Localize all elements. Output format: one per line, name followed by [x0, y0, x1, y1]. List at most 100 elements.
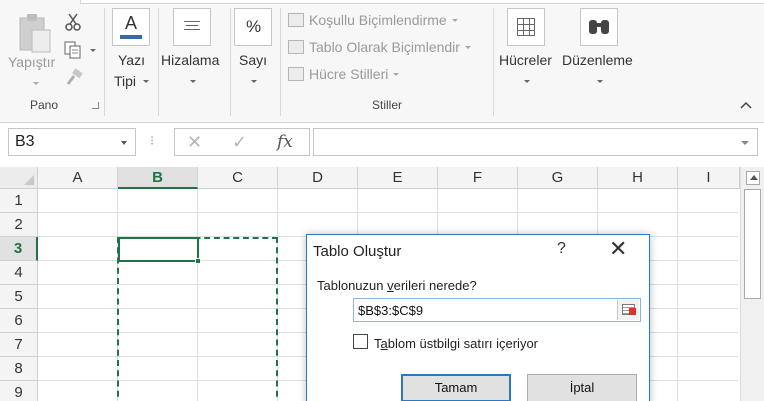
- collapse-ribbon-icon[interactable]: [739, 100, 753, 110]
- cells-icon: [507, 8, 545, 46]
- range-question-pre: Tablonuzun: [317, 278, 388, 293]
- confirm-entry-icon[interactable]: ✓: [232, 132, 247, 153]
- number-button[interactable]: % Sayı: [232, 8, 276, 94]
- cells-label: Hücreler: [499, 52, 552, 68]
- conditional-formatting-label: Koşullu Biçimlendirme: [309, 12, 447, 28]
- name-box[interactable]: B3: [8, 128, 136, 156]
- row-header-3[interactable]: 3: [0, 237, 38, 261]
- formula-bar-resize-handle[interactable]: ⁝: [150, 133, 154, 149]
- conditional-formatting-caret: [451, 18, 458, 22]
- name-box-dropdown-icon[interactable]: [121, 141, 127, 145]
- alignment-icon: [173, 8, 211, 46]
- select-all-icon: [24, 175, 34, 185]
- font-button[interactable]: A Yazı Tipi: [110, 8, 154, 94]
- clipboard-dialog-launcher-icon[interactable]: [92, 102, 99, 109]
- group-separator: [230, 8, 231, 116]
- headers-checkbox-label[interactable]: Tablom üstbilgi satırı içeriyor: [374, 336, 538, 351]
- copy-icon[interactable]: [63, 40, 85, 60]
- select-all-button[interactable]: [0, 167, 38, 189]
- conditional-formatting-icon: [288, 13, 304, 27]
- ribbon-tab-strip: [80, 0, 764, 4]
- scrollbar-thumb[interactable]: [744, 189, 761, 299]
- cells-dropdown-caret: [524, 80, 530, 83]
- expand-formula-bar-icon[interactable]: [741, 141, 749, 145]
- alignment-label: Hizalama: [161, 52, 220, 68]
- dialog-title: Tablo Oluştur: [313, 243, 402, 260]
- cancel-button[interactable]: İptal: [527, 374, 637, 401]
- group-separator: [104, 8, 105, 116]
- cell-styles-label: Hücre Stilleri: [309, 66, 389, 82]
- column-header-f[interactable]: F: [438, 167, 518, 189]
- ribbon: Yapıştır Pano A Yazı Tipi Hizalama % Say…: [0, 0, 764, 123]
- vertical-scrollbar[interactable]: [740, 167, 764, 401]
- font-color-icon: A: [112, 8, 150, 46]
- row-header-9[interactable]: 9: [0, 381, 38, 401]
- format-as-table-caret: [464, 45, 471, 49]
- range-input[interactable]: $B$3:$C$9: [353, 298, 641, 322]
- scroll-up-icon[interactable]: [746, 171, 760, 185]
- conditional-formatting-button[interactable]: Koşullu Biçimlendirme: [288, 12, 458, 28]
- create-table-dialog: Tablo Oluştur ? ✕ Tablonuzun verileri ne…: [306, 234, 650, 401]
- alignment-dropdown-caret: [190, 80, 196, 83]
- row-header-8[interactable]: 8: [0, 357, 38, 381]
- range-question-post: erileri nerede?: [393, 278, 477, 293]
- row-header-1[interactable]: 1: [0, 189, 38, 213]
- row-header-4[interactable]: 4: [0, 261, 38, 285]
- editing-button[interactable]: Düzenleme: [560, 8, 640, 94]
- column-header-c[interactable]: C: [198, 167, 278, 189]
- styles-group-label: Stiller: [372, 98, 403, 112]
- group-separator: [493, 8, 494, 116]
- row-header-6[interactable]: 6: [0, 309, 38, 333]
- paste-label: Yapıştır: [8, 54, 56, 70]
- cancel-entry-icon[interactable]: ✕: [187, 132, 202, 153]
- formula-buttons: ✕ ✓ fx: [174, 128, 310, 156]
- copy-dropdown-caret[interactable]: [90, 49, 96, 52]
- number-label: Sayı: [239, 52, 268, 68]
- formula-input[interactable]: [313, 128, 758, 156]
- insert-function-icon[interactable]: fx: [277, 132, 293, 152]
- column-header-a[interactable]: A: [38, 167, 118, 189]
- format-as-table-button[interactable]: Tablo Olarak Biçimlendir: [288, 39, 471, 55]
- ok-button[interactable]: Tamam: [401, 374, 511, 401]
- row-header-7[interactable]: 7: [0, 333, 38, 357]
- cell-styles-icon: [288, 67, 304, 81]
- group-separator: [280, 8, 281, 116]
- name-box-value: B3: [15, 133, 35, 150]
- headers-checkbox[interactable]: [353, 334, 368, 349]
- help-button[interactable]: ?: [557, 240, 566, 258]
- editing-dropdown-caret: [597, 80, 603, 83]
- row-header-2[interactable]: 2: [0, 213, 38, 237]
- number-dropdown-caret: [251, 80, 257, 83]
- column-header-d[interactable]: D: [278, 167, 358, 189]
- alignment-button[interactable]: Hizalama: [160, 8, 226, 94]
- font-label-line1: Yazı: [118, 52, 145, 68]
- paste-button[interactable]: Yapıştır: [6, 10, 62, 94]
- headers-label-accesskey: a: [380, 336, 388, 351]
- close-icon[interactable]: ✕: [609, 237, 627, 262]
- cell-styles-caret: [393, 72, 400, 76]
- cell-styles-button[interactable]: Hücre Stilleri: [288, 66, 400, 82]
- headers-label-post: blom üstbilgi satırı içeriyor: [387, 336, 539, 351]
- find-binoculars-icon: [580, 8, 618, 46]
- cut-icon[interactable]: [63, 12, 83, 32]
- range-input-value: $B$3:$C$9: [358, 303, 424, 318]
- column-header-g[interactable]: G: [518, 167, 598, 189]
- column-header-b[interactable]: B: [118, 167, 198, 189]
- column-header-i[interactable]: I: [678, 167, 740, 189]
- group-separator: [158, 8, 159, 116]
- range-picker-arrow: [629, 308, 636, 315]
- fill-handle[interactable]: [195, 258, 201, 264]
- paste-icon: [19, 14, 51, 53]
- row-header-5[interactable]: 5: [0, 285, 38, 309]
- percent-icon-text: %: [246, 17, 262, 36]
- format-as-table-icon: [288, 40, 304, 54]
- percent-icon: %: [234, 8, 272, 46]
- range-picker-button[interactable]: [617, 300, 639, 320]
- column-header-h[interactable]: H: [598, 167, 678, 189]
- active-cell-b3[interactable]: [118, 237, 199, 262]
- cells-button[interactable]: Hücreler: [496, 8, 558, 94]
- paste-dropdown-caret[interactable]: [33, 82, 39, 85]
- column-header-e[interactable]: E: [358, 167, 438, 189]
- format-painter-icon[interactable]: [64, 68, 84, 86]
- editing-label: Düzenleme: [562, 52, 633, 68]
